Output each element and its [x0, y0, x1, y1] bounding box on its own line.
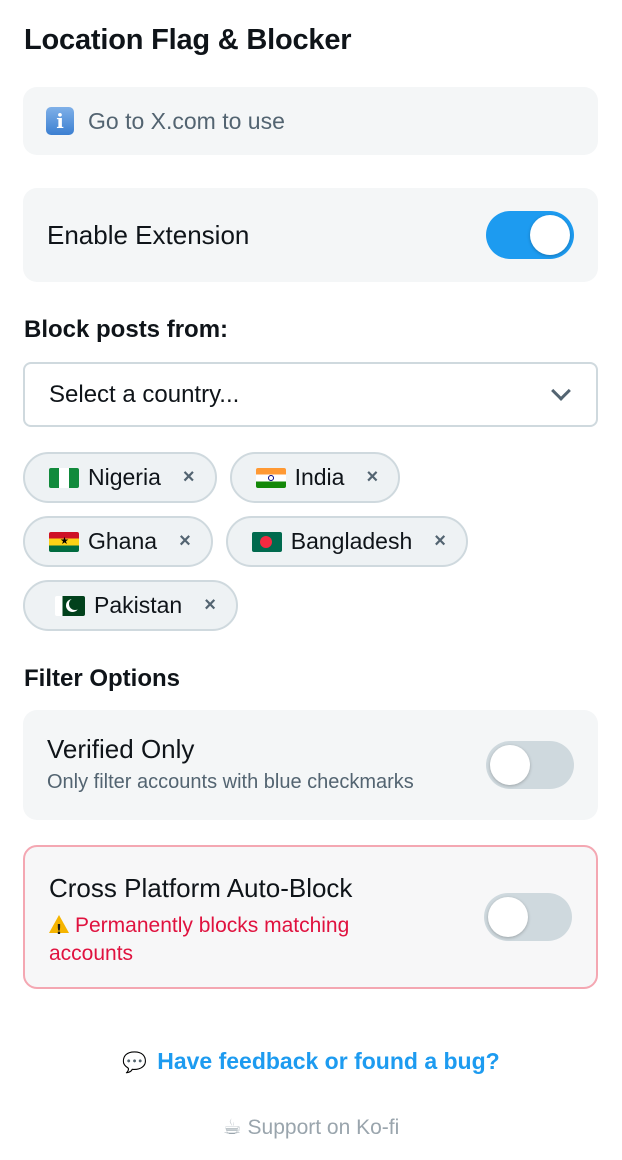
toggle-knob [490, 745, 530, 785]
block-posts-heading: Block posts from: [24, 316, 229, 343]
verified-only-toggle[interactable] [486, 741, 574, 789]
enable-extension-row: Enable Extension [23, 188, 598, 282]
chip-label: India [294, 464, 345, 490]
warning-icon [49, 915, 69, 945]
remove-pakistan-button[interactable]: × [204, 594, 216, 617]
auto-block-toggle[interactable] [484, 893, 572, 941]
filter-options-heading: Filter Options [24, 665, 180, 692]
page-title: Location Flag & Blocker [24, 24, 352, 56]
chip-label: Ghana [88, 528, 158, 554]
feedback-link-text: Have feedback or found a bug? [157, 1048, 500, 1074]
remove-india-button[interactable]: × [366, 466, 378, 489]
auto-block-warning: Permanently blocks matching accounts [49, 912, 429, 968]
speech-bubble-icon: 💬 [122, 1052, 148, 1074]
chip-label: Bangladesh [290, 528, 413, 554]
india-flag-icon [255, 467, 286, 488]
auto-block-warning-text: Permanently blocks matching accounts [49, 914, 350, 965]
chip-label: Nigeria [88, 464, 161, 490]
kofi-link-text: Support on Ko-fi [247, 1116, 400, 1139]
toggle-knob [530, 215, 570, 255]
info-text: Go to X.com to use [88, 107, 285, 134]
enable-extension-label: Enable Extension [47, 219, 250, 250]
country-select[interactable]: Select a country... [23, 362, 598, 427]
verified-only-row: Verified Only Only filter accounts with … [23, 710, 598, 820]
auto-block-row: Cross Platform Auto-Block Permanently bl… [23, 845, 598, 989]
remove-nigeria-button[interactable]: × [183, 466, 195, 489]
coffee-icon: ☕ [222, 1116, 242, 1139]
country-chip-nigeria: Nigeria × [23, 452, 217, 503]
enable-extension-toggle[interactable] [486, 211, 574, 259]
bangladesh-flag-icon [251, 531, 282, 552]
popup-page: Location Flag & Blocker i Go to X.com to… [0, 0, 622, 1160]
country-chip-pakistan: Pakistan × [23, 580, 238, 631]
country-chip-bangladesh: Bangladesh × [225, 516, 468, 567]
chevron-down-icon [551, 380, 571, 401]
remove-bangladesh-button[interactable]: × [434, 530, 446, 553]
info-icon: i [46, 107, 74, 135]
kofi-link[interactable]: ☕ Support on Ko-fi [0, 1115, 622, 1140]
ghana-flag-icon: ★ [49, 531, 79, 552]
info-banner: i Go to X.com to use [23, 87, 598, 155]
toggle-knob [488, 897, 528, 937]
country-select-placeholder: Select a country... [49, 380, 240, 408]
country-chip-ghana: ★ Ghana × [23, 516, 213, 567]
chip-label: Pakistan [94, 592, 183, 618]
country-chip-india: India × [229, 452, 401, 503]
pakistan-flag-icon [55, 595, 85, 616]
blocked-country-list: Nigeria × India × ★ Ghana × Bangladesh ×… [23, 452, 603, 644]
feedback-link[interactable]: 💬 Have feedback or found a bug? [0, 1048, 622, 1075]
remove-ghana-button[interactable]: × [179, 530, 191, 553]
nigeria-flag-icon [49, 467, 79, 488]
